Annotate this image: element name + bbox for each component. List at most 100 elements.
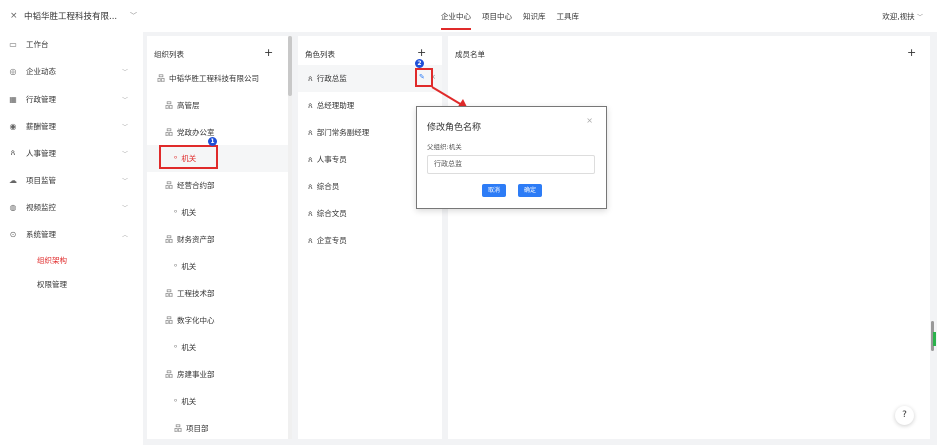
tab-project-center[interactable]: 项目中心 — [482, 11, 512, 30]
close-icon[interactable]: × — [10, 11, 18, 21]
sidebar-subitem-permissions[interactable]: 权限管理 — [37, 279, 67, 290]
scroll-thumb[interactable] — [288, 36, 292, 96]
person-icon: ጰ — [308, 73, 313, 83]
org-row-label: 工程技术部 — [177, 289, 215, 298]
sidebar-item-enterprise-news[interactable]: ◎ 企业动态 ﹀ — [0, 62, 143, 80]
sidebar: ▭ 工作台 ◎ 企业动态 ﹀ ▦ 行政管理 ﹀ ◉ 薪酬管理 ﹀ ጰ 人事管理 … — [0, 32, 143, 445]
org-list-panel: 组织列表 + 品中韬华胜工程科技有限公司 品高管层 品党政办公室 ᵒ 机关 品经营… — [147, 36, 292, 439]
top-bar: × 中韬华胜工程科技有限... ﹀ 企业中心 项目中心 知识库 工具库 欢迎,视… — [0, 0, 937, 32]
person-icon: ጰ — [308, 208, 313, 218]
role-list-panel: 角色列表 + ጰ 行政总监 ጰ 总经理助理 ጰ 部门常务副经理 ጰ 人事专员 ጰ 综合员 … — [298, 36, 442, 439]
org-row[interactable]: 品高管层 — [147, 92, 288, 119]
sidebar-item-admin[interactable]: ▦ 行政管理 ﹀ — [0, 90, 143, 108]
chevron-down-icon: ﹀ — [121, 96, 128, 104]
org-row[interactable]: ᵒ 机关 — [147, 253, 288, 280]
sidebar-item-payroll[interactable]: ◉ 薪酬管理 ﹀ — [0, 117, 143, 135]
company-name[interactable]: 中韬华胜工程科技有限... — [24, 10, 117, 22]
org-row[interactable]: 品工程技术部 — [147, 280, 288, 307]
sidebar-item-video[interactable]: ◍ 视频监控 ﹀ — [0, 198, 143, 216]
org-tree-icon: 品 — [165, 181, 173, 190]
add-org-button[interactable]: + — [264, 46, 273, 59]
dialog-title: 修改角色名称 — [427, 123, 482, 133]
tab-knowledge-base[interactable]: 知识库 — [523, 11, 546, 30]
person-icon: ጰ — [308, 100, 313, 110]
settings-icon: ⊙ — [9, 229, 17, 239]
role-list-title: 角色列表 — [305, 50, 335, 59]
chevron-down-icon[interactable]: ﹀ — [130, 11, 137, 21]
confirm-button[interactable]: 确定 — [518, 184, 542, 197]
org-row[interactable]: ᵒ 机关 — [147, 199, 288, 226]
org-row-label: 中韬华胜工程科技有限公司 — [169, 74, 259, 83]
member-list-panel: 成员名单 + — [448, 36, 930, 439]
sidebar-item-label: 视频监控 — [26, 202, 56, 212]
chevron-down-icon: ﹀ — [121, 204, 128, 212]
org-tree-icon: 品 — [165, 235, 173, 244]
org-row[interactable]: 品房建事业部 — [147, 361, 288, 388]
sidebar-item-label: 系统管理 — [26, 229, 56, 239]
sidebar-item-label: 薪酬管理 — [26, 121, 56, 131]
role-row-label: 行政总监 — [316, 74, 347, 83]
org-row-label: 经营合约部 — [177, 181, 215, 190]
sidebar-item-label: 项目监管 — [26, 175, 56, 185]
sidebar-subitem-org-structure[interactable]: 组织架构 — [37, 255, 67, 266]
welcome-text: 欢迎,视扶 — [882, 12, 915, 21]
chevron-down-icon: ﹀ — [121, 68, 128, 76]
help-button[interactable]: ? — [895, 406, 914, 425]
org-row-label: 项目部 — [186, 424, 209, 433]
step-badge-2: 2 — [415, 59, 424, 68]
org-row-root[interactable]: 品中韬华胜工程科技有限公司 — [147, 65, 288, 92]
org-row[interactable]: 品项目部 — [147, 415, 288, 439]
sidebar-item-label: 人事管理 — [26, 148, 56, 158]
department-icon: ᵒ — [174, 208, 178, 217]
tab-enterprise-center[interactable]: 企业中心 — [441, 11, 471, 30]
org-row[interactable]: ᵒ 机关 — [147, 388, 288, 415]
role-row-label: 企宣专员 — [316, 236, 347, 245]
sidebar-item-project-supervision[interactable]: ☁ 项目监管 ﹀ — [0, 171, 143, 189]
org-tree-icon: 品 — [165, 370, 173, 379]
role-row-label: 人事专员 — [316, 155, 347, 164]
org-row-label: 高管层 — [177, 101, 200, 110]
sidebar-item-label: 工作台 — [26, 39, 49, 49]
role-name-input[interactable]: 行政总监 — [427, 155, 595, 174]
step-badge-1: 1 — [208, 137, 217, 146]
grid-icon: ▦ — [9, 94, 17, 104]
user-menu[interactable]: 欢迎,视扶 ﹀ — [882, 11, 923, 22]
org-row-label: 机关 — [181, 208, 197, 217]
tab-tool-library[interactable]: 工具库 — [557, 11, 580, 30]
person-icon: ጰ — [308, 127, 313, 137]
org-tree-icon: 品 — [165, 289, 173, 298]
org-tree-icon: 品 — [174, 424, 182, 433]
org-row[interactable]: 品经营合约部 — [147, 172, 288, 199]
cancel-button[interactable]: 取消 — [482, 184, 506, 197]
org-tree-icon: 品 — [165, 101, 173, 110]
sidebar-item-system[interactable]: ⊙ 系统管理 ︿ — [0, 225, 143, 243]
sidebar-item-hr[interactable]: ጰ 人事管理 ﹀ — [0, 144, 143, 162]
org-scrollbar[interactable] — [288, 36, 292, 439]
member-list-title: 成员名单 — [455, 50, 485, 59]
close-icon[interactable]: × — [586, 116, 593, 125]
person-icon: ጰ — [308, 181, 313, 191]
highlight-box-org — [159, 145, 218, 169]
org-row[interactable]: ᵒ 机关 — [147, 334, 288, 361]
rename-role-dialog: 修改角色名称 × 父组织:机关 行政总监 取消 确定 — [416, 106, 607, 209]
org-row-label: 财务资产部 — [177, 235, 215, 244]
org-row[interactable]: 品财务资产部 — [147, 226, 288, 253]
org-tree-icon: 品 — [165, 128, 173, 137]
department-icon: ᵒ — [174, 343, 178, 352]
role-row-label: 综合员 — [316, 182, 340, 191]
sidebar-item-workbench[interactable]: ▭ 工作台 — [0, 35, 143, 53]
role-row[interactable]: ጰ 企宣专员 — [298, 227, 442, 254]
add-role-button[interactable]: + — [417, 46, 426, 59]
globe-icon: ◎ — [9, 66, 17, 76]
chevron-down-icon: ﹀ — [121, 123, 128, 131]
coin-icon: ◉ — [9, 121, 17, 131]
department-icon: ᵒ — [174, 397, 178, 406]
org-row-label: 数字化中心 — [177, 316, 215, 325]
person-icon: ጰ — [308, 235, 313, 245]
role-row-label: 综合文员 — [316, 209, 347, 218]
add-member-button[interactable]: + — [907, 46, 916, 59]
cloud-icon: ☁ — [9, 175, 17, 185]
org-row-label: 机关 — [181, 397, 197, 406]
org-row[interactable]: 品党政办公室 — [147, 119, 288, 146]
org-row[interactable]: 品数字化中心 — [147, 307, 288, 334]
